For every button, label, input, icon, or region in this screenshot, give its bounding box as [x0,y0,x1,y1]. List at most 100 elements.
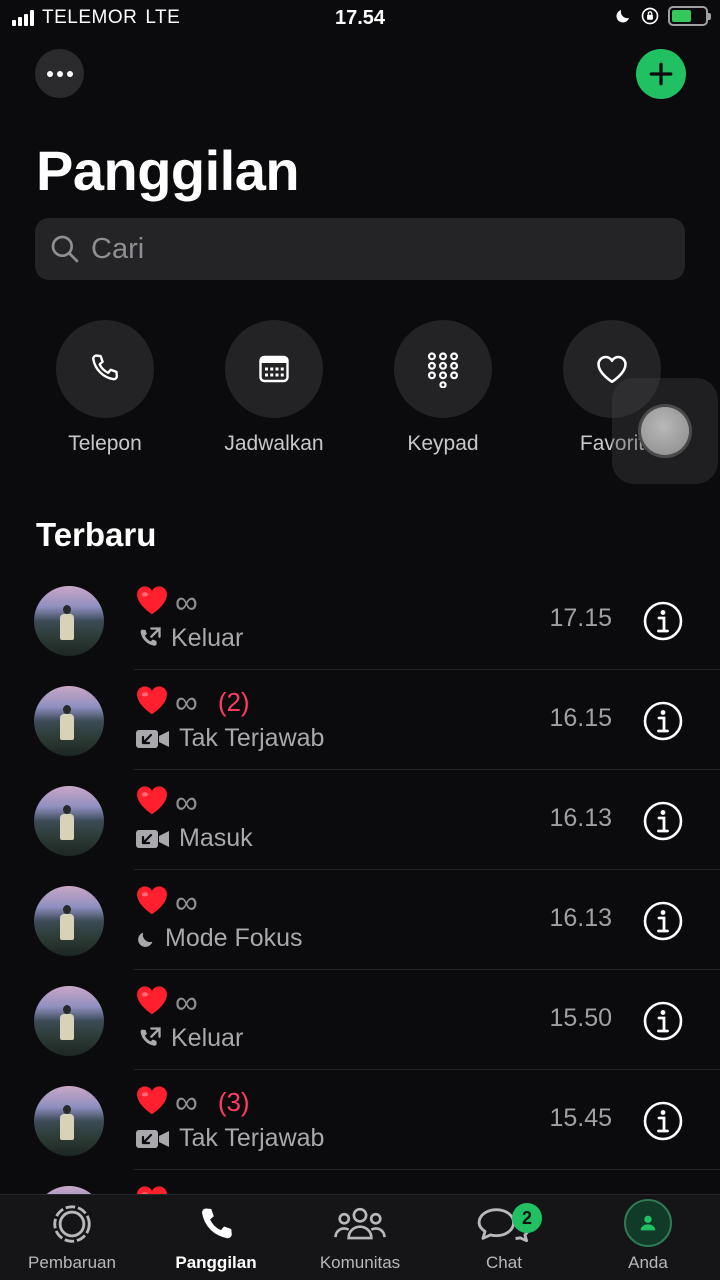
call-type-label: Masuk [179,824,253,852]
search-bar[interactable] [35,218,685,280]
info-icon[interactable] [643,601,683,641]
call-row[interactable]: ∞ Keluar 17.15 [0,570,720,670]
call-type: Tak Terjawab [135,724,324,753]
avatar-figure [60,1105,74,1140]
info-icon[interactable] [643,701,683,741]
page-title: Panggilan [36,139,300,202]
tab-label: Panggilan [175,1253,257,1272]
infinity-symbol: ∞ [175,683,198,720]
call-count: (3) [217,1087,250,1117]
infinity-symbol: ∞ [175,1083,198,1120]
infinity-symbol: ∞ [175,883,198,920]
quick-action-telepon[interactable]: Telepon [30,320,180,456]
call-type-label: Keluar [171,624,244,652]
recent-calls-list: ∞ Keluar 17.15 ∞ (2) Tak Terjawab 16.15 ∞ Masuk 1… [0,570,720,1270]
call-count: (2) [217,687,250,717]
status-time: 17.54 [334,7,386,29]
contact-name: ∞ [135,584,218,621]
quick-action-label: Keypad [407,432,479,455]
moon-icon [135,928,157,950]
tab-label: Pembaruan [28,1253,116,1272]
call-row[interactable]: ∞ (3) Tak Terjawab 15.45 [0,1070,720,1170]
unread-badge: 2 [512,1203,542,1233]
info-icon[interactable] [643,901,683,941]
profile-icon [640,1215,656,1231]
contact-name: ∞ (3) [135,1084,250,1121]
battery-icon [668,6,711,26]
tab-pembaruan[interactable]: Pembaruan [0,1195,144,1280]
community-icon [334,1207,386,1240]
tab-icon-wrap [432,1195,576,1247]
ellipsis-icon [46,70,53,77]
incoming-video-icon [135,826,171,852]
call-type: Masuk [135,824,253,853]
contact-avatar[interactable] [34,586,104,656]
call-row[interactable]: ∞ Mode Fokus 16.13 [0,870,720,970]
more-options-button[interactable] [35,49,84,98]
call-row[interactable]: ∞ Masuk 16.13 [0,770,720,870]
quick-action-circle[interactable] [225,320,323,418]
info-icon[interactable] [643,1001,683,1041]
tab-komunitas[interactable]: Komunitas [288,1195,432,1280]
call-row[interactable]: ∞ (2) Tak Terjawab 16.15 [0,670,720,770]
call-type-label: Mode Fokus [165,924,303,952]
contact-name: ∞ [135,884,218,921]
contact-avatar[interactable] [34,1086,104,1156]
avatar-figure [60,805,74,840]
call-time: 16.13 [549,904,612,932]
tab-chat[interactable]: Chat 2 [432,1195,576,1280]
outgoing-call-icon [135,625,163,653]
contact-name: ∞ [135,784,218,821]
rotation-lock-icon [641,7,659,25]
call-type-label: Tak Terjawab [179,724,325,752]
new-call-button[interactable] [636,49,686,99]
call-type: Tak Terjawab [135,1124,324,1153]
red-heart-icon [135,584,169,621]
contact-avatar[interactable] [34,686,104,756]
tab-bar: Pembaruan Panggilan Komunitas Chat 2 And… [0,1194,720,1280]
avatar-figure [60,605,74,640]
contact-avatar[interactable] [34,786,104,856]
ellipsis-dot [56,70,63,77]
tab-label: Anda [628,1253,668,1272]
tab-icon-wrap [576,1195,720,1247]
tab-icon-wrap [144,1195,288,1247]
quick-action-keypad[interactable]: Keypad [368,320,518,456]
outgoing-call-icon [135,1025,163,1053]
tab-panggilan[interactable]: Panggilan [144,1195,288,1280]
contact-avatar[interactable] [34,986,104,1056]
search-input[interactable] [91,232,651,266]
tab-label: Chat [486,1253,522,1272]
status-bar: TELEMOR LTE 17.54 [0,0,720,40]
call-time: 16.13 [549,804,612,832]
missed-video-icon [135,1126,171,1152]
quick-action-jadwalkan[interactable]: Jadwalkan [199,320,349,456]
quick-action-circle[interactable] [394,320,492,418]
call-time: 15.45 [549,1104,612,1132]
red-heart-icon [135,1084,169,1121]
phone-icon [92,354,119,381]
tab-icon-wrap [0,1195,144,1247]
quick-action-label: Telepon [68,432,142,455]
call-type: Keluar [135,624,243,653]
keypad-icon [427,352,459,388]
avatar-figure [60,905,74,940]
info-icon[interactable] [643,801,683,841]
call-time: 15.50 [549,1004,612,1032]
call-type: Mode Fokus [135,924,303,953]
red-heart-icon [135,884,169,921]
avatar-figure [60,1005,74,1040]
quick-action-label: Jadwalkan [224,432,324,455]
call-row[interactable]: ∞ Keluar 15.50 [0,970,720,1070]
contact-name: ∞ [135,984,218,1021]
avatar-figure [60,705,74,740]
contact-avatar[interactable] [34,886,104,956]
missed-video-icon [135,726,171,752]
quick-action-circle[interactable] [56,320,154,418]
tab-label: Komunitas [319,1253,401,1272]
call-time: 17.15 [549,604,612,632]
info-icon[interactable] [643,1101,683,1141]
infinity-symbol: ∞ [175,783,198,820]
assistive-touch-button[interactable] [638,404,692,458]
tab-anda[interactable]: Anda [576,1195,720,1280]
